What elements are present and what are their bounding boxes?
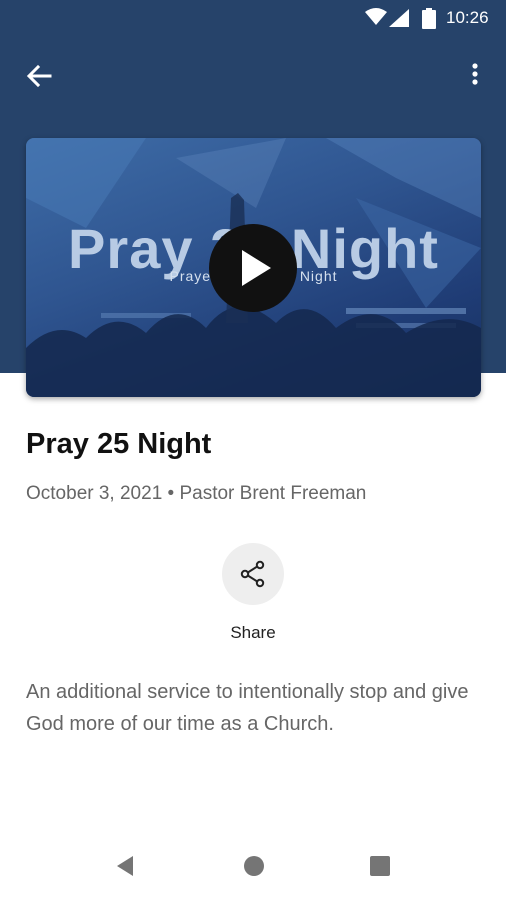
sermon-title: Pray 25 Night [26, 428, 212, 460]
more-vert-icon[interactable] [463, 59, 487, 93]
sermon-meta: October 3, 2021 • Pastor Brent Freeman [26, 483, 367, 504]
share-button[interactable] [222, 543, 284, 605]
nav-recents-icon[interactable] [369, 855, 391, 877]
share-label: Share [230, 623, 276, 642]
video-player[interactable]: Pray 25 Night Prayer & Worship Night [26, 138, 481, 397]
sermon-description: An additional service to intentionally s… [26, 681, 469, 735]
play-icon [242, 250, 271, 286]
play-button[interactable] [209, 224, 297, 312]
battery-icon [422, 8, 436, 29]
app-bar [0, 37, 506, 109]
arrow-back-icon[interactable] [22, 59, 56, 93]
nav-home-icon[interactable] [242, 854, 266, 878]
share-icon [240, 560, 265, 588]
nav-back-icon[interactable] [113, 854, 137, 878]
signal-icon [389, 9, 409, 27]
status-bar: 10:26 [0, 0, 506, 37]
navigation-bar [0, 832, 506, 900]
wifi-icon [365, 8, 387, 25]
status-time: 10:26 [446, 8, 489, 27]
